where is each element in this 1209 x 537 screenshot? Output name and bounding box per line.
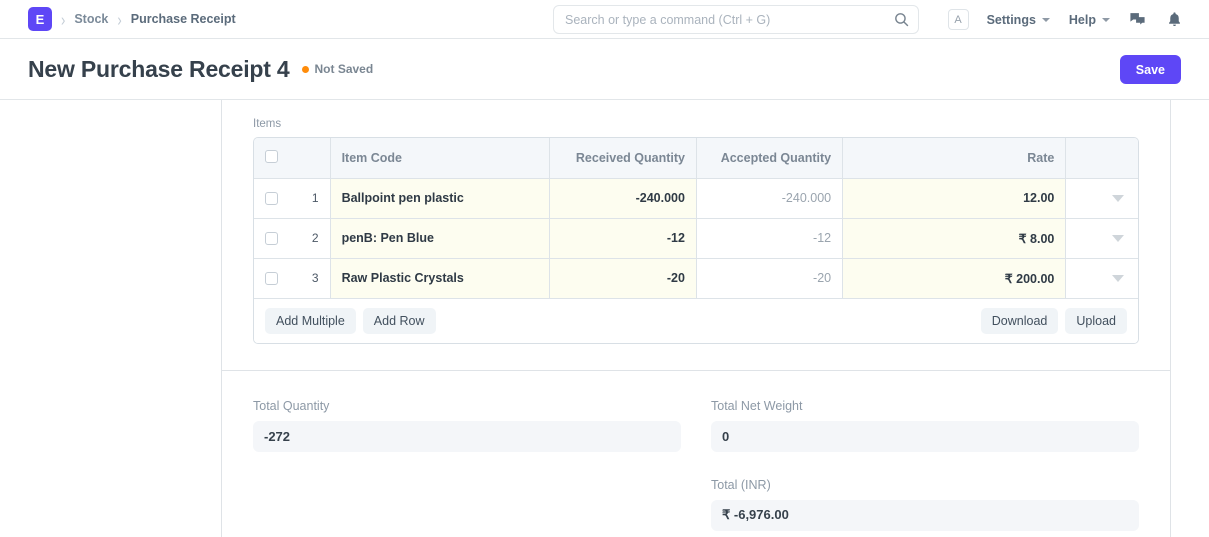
page-body: Items Item Code Received Quantity Accept…	[0, 100, 1209, 537]
nav-menu-help-label: Help	[1068, 12, 1096, 27]
cell-rate[interactable]: ₹ 200.00	[842, 258, 1067, 299]
table-header-row: Item Code Received Quantity Accepted Qua…	[254, 138, 1138, 179]
cell-item-code[interactable]: Raw Plastic Crystals	[330, 258, 550, 299]
totals-column-left: Total Quantity -272	[253, 399, 681, 531]
column-header-accepted-quantity[interactable]: Accepted Quantity	[696, 138, 844, 179]
page-header: New Purchase Receipt 4 Not Saved Save	[0, 39, 1209, 100]
row-index: 3	[311, 271, 319, 285]
status-label: Not Saved	[314, 62, 374, 76]
cell-rate[interactable]: 12.00	[842, 178, 1067, 219]
right-rail	[1171, 100, 1209, 537]
bell-icon[interactable]	[1166, 11, 1183, 28]
search-icon[interactable]	[893, 11, 910, 28]
table-row[interactable]: 2 penB: Pen Blue -12 -12 ₹ 8.00	[254, 218, 1138, 259]
cell-received-quantity[interactable]: -12	[549, 218, 697, 259]
nav-menu-help[interactable]: Help	[1069, 13, 1110, 27]
totals-gap	[711, 452, 1139, 478]
cell-item-code[interactable]: penB: Pen Blue	[330, 218, 550, 259]
total-quantity-label: Total Quantity	[253, 398, 330, 413]
breadcrumb: E › Stock › Purchase Receipt	[0, 7, 236, 31]
table-row[interactable]: 3 Raw Plastic Crystals -20 -20 ₹ 200.00	[254, 258, 1138, 299]
top-navbar: E › Stock › Purchase Receipt A Settings …	[0, 0, 1209, 39]
row-checkbox[interactable]	[265, 231, 278, 245]
row-select-cell: 2	[254, 218, 331, 259]
upload-button[interactable]: Upload	[1065, 307, 1127, 334]
row-select-cell: 3	[254, 258, 331, 299]
chevron-right-icon: ›	[117, 8, 122, 30]
column-header-actions	[1065, 138, 1138, 179]
left-sidebar	[0, 100, 222, 537]
total-net-weight-value[interactable]: 0	[711, 420, 1139, 452]
row-select-cell: 1	[254, 178, 331, 219]
save-button[interactable]: Save	[1119, 55, 1181, 84]
comments-icon[interactable]	[1129, 11, 1146, 28]
total-quantity-value[interactable]: -272	[253, 420, 681, 452]
items-table: Item Code Received Quantity Accepted Qua…	[254, 138, 1138, 299]
chevron-right-icon: ›	[61, 8, 66, 30]
items-section: Items Item Code Received Quantity Accept…	[222, 100, 1170, 344]
items-grid-footer: Add Multiple Add Row Download Upload	[254, 298, 1138, 343]
cell-accepted-quantity: -20	[696, 258, 844, 299]
chevron-down-icon[interactable]	[1112, 275, 1124, 282]
cell-accepted-quantity: -12	[696, 218, 844, 259]
status-dot-icon	[301, 65, 309, 73]
items-section-label: Items	[253, 118, 282, 130]
page-title: New Purchase Receipt 4	[28, 55, 290, 82]
cell-accepted-quantity: -240.000	[696, 178, 844, 219]
row-index: 2	[311, 231, 319, 245]
column-header-select	[254, 138, 331, 179]
total-inr-value[interactable]: ₹ -6,976.00	[711, 499, 1139, 531]
total-inr-label: Total (INR)	[711, 477, 771, 492]
chevron-down-icon	[1102, 17, 1110, 22]
row-expand-cell	[1065, 218, 1138, 259]
navbar-right: A Settings Help	[947, 0, 1183, 39]
cell-received-quantity[interactable]: -240.000	[549, 178, 697, 219]
add-multiple-button[interactable]: Add Multiple	[265, 307, 356, 334]
row-checkbox[interactable]	[265, 191, 278, 205]
download-button[interactable]: Download	[980, 307, 1059, 334]
search-container	[553, 5, 919, 34]
total-net-weight-label: Total Net Weight	[711, 398, 803, 413]
breadcrumb-item-purchase-receipt[interactable]: Purchase Receipt	[131, 12, 236, 26]
select-all-checkbox[interactable]	[265, 149, 278, 163]
avatar[interactable]: A	[947, 9, 969, 30]
row-expand-cell	[1065, 258, 1138, 299]
breadcrumb-item-stock[interactable]: Stock	[74, 12, 108, 26]
column-header-item-code[interactable]: Item Code	[330, 138, 550, 179]
search-input[interactable]	[553, 5, 919, 34]
column-header-rate[interactable]: Rate	[842, 138, 1067, 179]
column-header-received-quantity[interactable]: Received Quantity	[549, 138, 697, 179]
chevron-down-icon[interactable]	[1112, 235, 1124, 242]
totals-section: Total Quantity -272 Total Net Weight 0 T…	[222, 371, 1170, 531]
cell-received-quantity[interactable]: -20	[549, 258, 697, 299]
cell-rate[interactable]: ₹ 8.00	[842, 218, 1067, 259]
add-row-button[interactable]: Add Row	[362, 307, 436, 334]
row-index: 1	[311, 191, 319, 205]
nav-menu-settings-label: Settings	[986, 12, 1036, 27]
chevron-down-icon	[1041, 17, 1050, 22]
totals-column-right: Total Net Weight 0 Total (INR) ₹ -6,976.…	[711, 399, 1139, 531]
row-expand-cell	[1065, 178, 1138, 219]
form-content: Items Item Code Received Quantity Accept…	[222, 100, 1171, 537]
app-logo[interactable]: E	[28, 7, 52, 31]
row-checkbox[interactable]	[265, 271, 278, 285]
chevron-down-icon[interactable]	[1112, 195, 1124, 202]
table-row[interactable]: 1 Ballpoint pen plastic -240.000 -240.00…	[254, 178, 1138, 219]
nav-menu-settings[interactable]: Settings	[987, 13, 1050, 27]
status-badge: Not Saved	[301, 62, 374, 76]
items-grid: Item Code Received Quantity Accepted Qua…	[253, 137, 1139, 344]
cell-item-code[interactable]: Ballpoint pen plastic	[330, 178, 550, 219]
